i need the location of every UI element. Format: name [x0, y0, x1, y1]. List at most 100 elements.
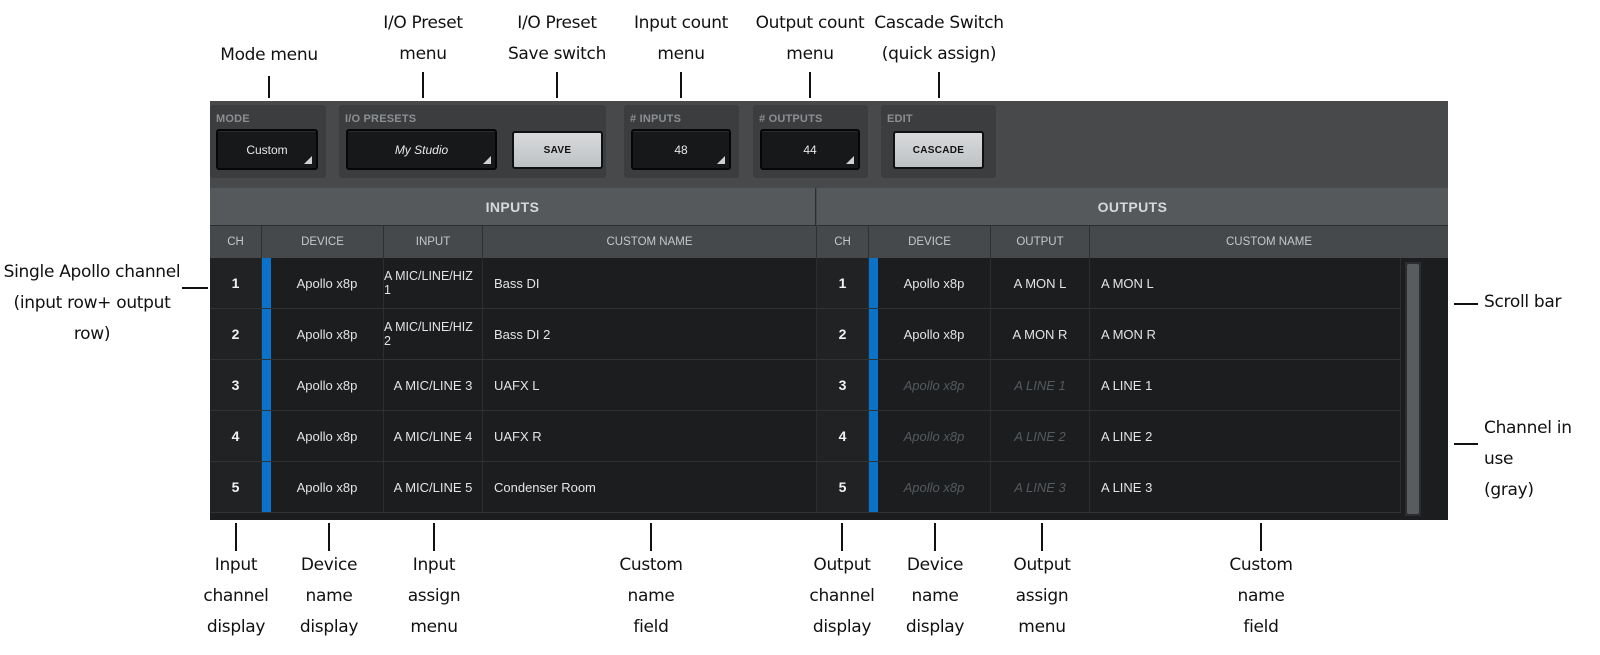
output-assign-menu[interactable]: A LINE 3: [991, 462, 1090, 512]
inputs-count-label: # INPUTS: [630, 113, 682, 125]
output-channel-display: 5: [817, 462, 869, 512]
channel-strip-indicator: [869, 462, 878, 512]
output-row: 5 Apollo x8p A LINE 3 A LINE 3: [817, 462, 1401, 513]
mode-menu[interactable]: Custom: [216, 129, 318, 170]
col-header-ch: CH: [210, 226, 262, 258]
outputs-column-headers: CH DEVICE OUTPUT CUSTOM NAME: [817, 226, 1448, 258]
mode-value: Custom: [246, 142, 288, 157]
channel-strip-indicator: [869, 258, 878, 308]
dropdown-corner-icon: [304, 156, 312, 164]
callout-line: [1454, 443, 1478, 445]
callout-line: [680, 72, 682, 98]
scroll-thumb[interactable]: [1407, 264, 1419, 514]
input-row: 4 Apollo x8p A MIC/LINE 4 UAFX R: [210, 411, 817, 462]
cascade-button[interactable]: CASCADE: [893, 131, 984, 169]
custom-name-field[interactable]: Bass DI 2: [483, 309, 817, 359]
input-channel-display: 5: [210, 462, 262, 512]
input-assign-menu[interactable]: A MIC/LINE 5: [384, 462, 483, 512]
output-assign-menu[interactable]: A LINE 1: [991, 360, 1090, 410]
output-assign-menu[interactable]: A MON L: [991, 258, 1090, 308]
callout-line: [1260, 523, 1262, 551]
output-assign-menu[interactable]: A MON R: [991, 309, 1090, 359]
channel-strip-indicator: [262, 258, 271, 308]
output-row: 4 Apollo x8p A LINE 2 A LINE 2: [817, 411, 1401, 462]
callout-output-assign-menu: Output assign menu: [1013, 555, 1071, 637]
channel-strip-indicator: [869, 309, 878, 359]
custom-name-field[interactable]: A LINE 2: [1090, 411, 1401, 461]
device-name-display: Apollo x8p: [878, 258, 991, 308]
callout-line: [422, 72, 424, 98]
callout-line: [1454, 303, 1478, 305]
custom-name-field[interactable]: UAFX R: [483, 411, 817, 461]
col-header-input: INPUT: [384, 226, 483, 258]
col-header-output: OUTPUT: [991, 226, 1090, 258]
io-matrix-panel: MODE Custom I/O PRESETS My Studio SAVE #…: [210, 101, 1448, 520]
scroll-bar[interactable]: [1405, 262, 1421, 516]
io-preset-menu[interactable]: My Studio: [346, 129, 497, 170]
custom-name-field[interactable]: Bass DI: [483, 258, 817, 308]
input-row: 5 Apollo x8p A MIC/LINE 5 Condenser Room: [210, 462, 817, 513]
device-name-display: Apollo x8p: [271, 309, 384, 359]
channel-strip-indicator: [869, 360, 878, 410]
input-assign-menu[interactable]: A MIC/LINE 3: [384, 360, 483, 410]
input-count-value: 48: [674, 142, 688, 157]
custom-name-field[interactable]: Condenser Room: [483, 462, 817, 512]
callout-input-assign-menu: Input assign menu: [407, 555, 461, 637]
col-header-device: DEVICE: [262, 226, 384, 258]
output-assign-menu[interactable]: A LINE 2: [991, 411, 1090, 461]
callout-line: [841, 523, 843, 551]
input-assign-menu[interactable]: A MIC/LINE/HIZ 1: [384, 258, 483, 308]
custom-name-field[interactable]: A MON L: [1090, 258, 1401, 308]
output-channel-display: 1: [817, 258, 869, 308]
callout-line: [235, 523, 237, 551]
callout-mode-menu: Mode menu: [220, 45, 318, 65]
output-count-value: 44: [803, 142, 817, 157]
channel-strip-indicator: [262, 309, 271, 359]
custom-name-field[interactable]: A LINE 3: [1090, 462, 1401, 512]
inputs-count-group: # INPUTS 48: [624, 105, 739, 178]
input-row: 1 Apollo x8p A MIC/LINE/HIZ 1 Bass DI: [210, 258, 817, 309]
input-count-menu[interactable]: 48: [631, 129, 731, 170]
input-assign-menu[interactable]: A MIC/LINE 4: [384, 411, 483, 461]
device-name-display: Apollo x8p: [878, 309, 991, 359]
outputs-section-header: OUTPUTS: [817, 188, 1448, 226]
device-name-display: Apollo x8p: [271, 360, 384, 410]
device-name-display: Apollo x8p: [878, 360, 991, 410]
device-name-display: Apollo x8p: [271, 258, 384, 308]
mode-group: MODE Custom: [210, 105, 326, 178]
callout-line: [328, 523, 330, 551]
custom-name-field[interactable]: A MON R: [1090, 309, 1401, 359]
callout-input-channel-display: Input channel display: [203, 555, 269, 637]
outputs-count-label: # OUTPUTS: [759, 113, 823, 125]
channel-strip-indicator: [262, 411, 271, 461]
callout-io-preset-menu: I/O Preset menu: [383, 13, 463, 64]
inputs-column-headers: CH DEVICE INPUT CUSTOM NAME: [210, 226, 817, 258]
col-header-custom-name: CUSTOM NAME: [483, 226, 817, 258]
callout-line: [650, 523, 652, 551]
device-name-display: Apollo x8p: [271, 411, 384, 461]
device-name-display: Apollo x8p: [878, 411, 991, 461]
outputs-grid: 1 Apollo x8p A MON L A MON L 2 Apollo x8…: [817, 258, 1448, 520]
io-preset-value: My Studio: [394, 142, 449, 157]
col-header-device: DEVICE: [869, 226, 991, 258]
channel-strip-indicator: [262, 462, 271, 512]
device-name-display: Apollo x8p: [878, 462, 991, 512]
save-button[interactable]: SAVE: [512, 131, 603, 169]
callout-line: [1041, 523, 1043, 551]
callout-device-name-display: Device name display: [299, 555, 359, 637]
input-assign-menu[interactable]: A MIC/LINE/HIZ 2: [384, 309, 483, 359]
output-row: 2 Apollo x8p A MON R A MON R: [817, 309, 1401, 360]
output-count-menu[interactable]: 44: [760, 129, 860, 170]
custom-name-field[interactable]: UAFX L: [483, 360, 817, 410]
callout-cascade-switch: Cascade Switch (quick assign): [874, 13, 1004, 64]
callout-line: [556, 72, 558, 98]
outputs-count-group: # OUTPUTS 44: [753, 105, 868, 178]
callout-single-channel: Single Apollo channel (input row+ output…: [3, 262, 181, 344]
callout-line: [182, 287, 208, 289]
input-row: 2 Apollo x8p A MIC/LINE/HIZ 2 Bass DI 2: [210, 309, 817, 360]
callout-channel-in-use: Channel in use (gray): [1484, 418, 1572, 500]
io-presets-group: I/O PRESETS My Studio SAVE: [339, 105, 606, 178]
custom-name-field[interactable]: A LINE 1: [1090, 360, 1401, 410]
device-name-display: Apollo x8p: [271, 462, 384, 512]
callout-output-custom-name-field: Custom name field: [1229, 555, 1293, 637]
